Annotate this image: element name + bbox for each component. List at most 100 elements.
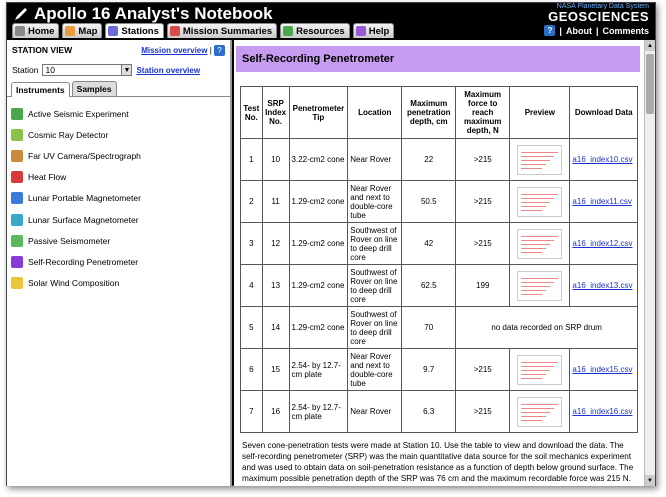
cell-force: no data recorded on SRP drum bbox=[455, 306, 638, 349]
preview-thumbnail[interactable] bbox=[517, 270, 563, 301]
cell-srp: 10 bbox=[261, 138, 290, 181]
cell-tip: 3.22-cm2 cone bbox=[288, 138, 349, 181]
table-row: 5 14 1.29-cm2 cone Southwest of Rover on li… bbox=[240, 306, 638, 349]
stations-icon bbox=[108, 26, 119, 36]
tab-help[interactable]: Help bbox=[352, 23, 395, 38]
cell-loc: Near Rover and next to double-core tube bbox=[347, 348, 403, 391]
cell-tip: 2.54- by 12.7-cm plate bbox=[288, 348, 349, 391]
about-link[interactable]: About bbox=[566, 26, 592, 36]
cell-preview bbox=[509, 180, 571, 223]
station-label: Station bbox=[12, 65, 39, 75]
preview-thumbnail[interactable] bbox=[517, 186, 563, 217]
station-value: 10 bbox=[45, 65, 55, 75]
instrument-item[interactable]: Active Seismic Experiment bbox=[7, 103, 230, 124]
instrument-label: Solar Wind Composition bbox=[28, 278, 120, 289]
cell-srp: 14 bbox=[261, 306, 290, 349]
help-icon[interactable]: ? bbox=[214, 45, 225, 56]
brand-area: NASA Planetary Data System GEOSCIENCES ?… bbox=[544, 3, 649, 36]
cell-srp: 12 bbox=[261, 222, 290, 265]
instrument-icon bbox=[11, 171, 23, 184]
column-header: Penetrometer Tip bbox=[288, 86, 349, 139]
station-select[interactable]: 10 ▼ bbox=[42, 64, 133, 76]
cell-depth: 6.3 bbox=[401, 390, 457, 433]
instrument-item[interactable]: Far UV Camera/Spectrograph bbox=[7, 145, 230, 166]
cell-force: >215 bbox=[455, 222, 511, 265]
chevron-down-icon[interactable]: ▼ bbox=[121, 65, 132, 75]
tab-label: Map bbox=[78, 25, 98, 37]
cell-loc: Southwest of Rover on line to deep drill… bbox=[347, 264, 403, 307]
tab-resources[interactable]: Resources bbox=[280, 23, 350, 38]
instrument-item[interactable]: Self-Recording Penetrometer bbox=[7, 251, 230, 272]
instrument-item[interactable]: Heat Flow bbox=[7, 167, 230, 188]
table-row: 2 11 1.29-cm2 cone Near Rover and next to d… bbox=[240, 180, 638, 223]
help-icon[interactable]: ? bbox=[544, 25, 556, 36]
cell-srp: 13 bbox=[261, 264, 290, 307]
instrument-item[interactable]: Lunar Surface Magnetometer bbox=[7, 209, 230, 230]
page-title: Self-Recording Penetrometer bbox=[236, 46, 640, 72]
cell-srp: 15 bbox=[261, 348, 290, 391]
column-header: Test No. bbox=[240, 86, 263, 139]
preview-thumbnail[interactable] bbox=[517, 396, 563, 427]
cell-loc: Near Rover and next to double-core tube bbox=[347, 180, 403, 223]
tab-label: Stations bbox=[121, 25, 159, 37]
mission-summaries-icon bbox=[169, 26, 180, 36]
column-header: Maximum force to reach maximum depth, N bbox=[455, 86, 511, 139]
cell-test: 7 bbox=[240, 390, 263, 433]
cell-force: 199 bbox=[455, 264, 511, 307]
instrument-label: Passive Seismometer bbox=[28, 235, 111, 246]
download-link[interactable]: a16_index10.csv bbox=[572, 155, 632, 164]
instrument-label: Cosmic Ray Detector bbox=[28, 129, 109, 140]
download-link[interactable]: a16_index13.csv bbox=[572, 281, 632, 290]
instrument-icon bbox=[11, 128, 23, 141]
download-link[interactable]: a16_index15.csv bbox=[572, 365, 632, 374]
srp-table: Test No. SRP Index No. Penetrometer Tip Loc… bbox=[240, 86, 638, 433]
cell-loc: Southwest of Rover on line to deep drill… bbox=[347, 306, 403, 349]
preview-thumbnail[interactable] bbox=[517, 354, 563, 385]
tab-instruments[interactable]: Instruments bbox=[11, 82, 70, 97]
tab-map[interactable]: Map bbox=[62, 23, 103, 38]
station-sidebar: STATION VIEW Mission overview | ? Statio… bbox=[7, 40, 232, 486]
cell-test: 6 bbox=[240, 348, 263, 391]
instrument-icon bbox=[11, 234, 23, 247]
instrument-item[interactable]: Passive Seismometer bbox=[7, 230, 230, 251]
comments-link[interactable]: Comments bbox=[602, 26, 649, 36]
instrument-icon bbox=[11, 192, 23, 205]
cell-depth: 62.5 bbox=[401, 264, 457, 307]
cell-test: 5 bbox=[240, 306, 263, 349]
tab-mission-summaries[interactable]: Mission Summaries bbox=[166, 23, 278, 38]
scroll-thumb[interactable] bbox=[646, 54, 654, 114]
preview-thumbnail[interactable] bbox=[517, 228, 563, 259]
table-row: 7 16 2.54- by 12.7-cm plate Near Rover 6.3 >2… bbox=[240, 390, 638, 433]
cell-tip: 1.29-cm2 cone bbox=[288, 222, 349, 265]
instrument-label: Active Seismic Experiment bbox=[28, 108, 129, 119]
cell-srp: 16 bbox=[261, 390, 290, 433]
cell-preview bbox=[509, 390, 571, 433]
tab-home[interactable]: Home bbox=[12, 23, 60, 38]
scroll-down-icon[interactable]: ▼ bbox=[645, 475, 655, 486]
preview-thumbnail[interactable] bbox=[517, 144, 563, 175]
download-link[interactable]: a16_index12.csv bbox=[572, 239, 632, 248]
mission-overview-link[interactable]: Mission overview bbox=[141, 46, 207, 55]
pencil-icon bbox=[15, 8, 27, 20]
instrument-item[interactable]: Solar Wind Composition bbox=[7, 273, 230, 294]
geosciences-logo: GEOSCIENCES bbox=[548, 9, 649, 24]
scroll-up-icon[interactable]: ▲ bbox=[645, 40, 655, 51]
station-overview-link[interactable]: Station overview bbox=[136, 66, 200, 75]
cell-depth: 9.7 bbox=[401, 348, 457, 391]
cell-test: 4 bbox=[240, 264, 263, 307]
cell-depth: 50.5 bbox=[401, 180, 457, 223]
cell-preview bbox=[509, 138, 571, 181]
table-row: 1 10 3.22-cm2 cone Near Rover 22 >215 a16_inde… bbox=[240, 138, 638, 181]
column-header: Download Data bbox=[569, 86, 638, 139]
top-bar: Apollo 16 Analyst's Notebook Home Map Stat… bbox=[7, 3, 655, 39]
tab-samples[interactable]: Samples bbox=[71, 81, 117, 96]
instrument-item[interactable]: Cosmic Ray Detector bbox=[7, 124, 230, 145]
instrument-item[interactable]: Lunar Portable Magnetometer bbox=[7, 188, 230, 209]
download-link[interactable]: a16_index16.csv bbox=[572, 407, 632, 416]
download-link[interactable]: a16_index11.csv bbox=[572, 197, 631, 206]
cell-loc: Near Rover bbox=[347, 138, 403, 181]
vertical-scrollbar[interactable]: ▲ ▼ bbox=[644, 40, 655, 486]
tab-stations[interactable]: Stations bbox=[105, 23, 164, 38]
cell-download: a16_index12.csv bbox=[569, 222, 638, 265]
resources-icon bbox=[283, 26, 294, 36]
